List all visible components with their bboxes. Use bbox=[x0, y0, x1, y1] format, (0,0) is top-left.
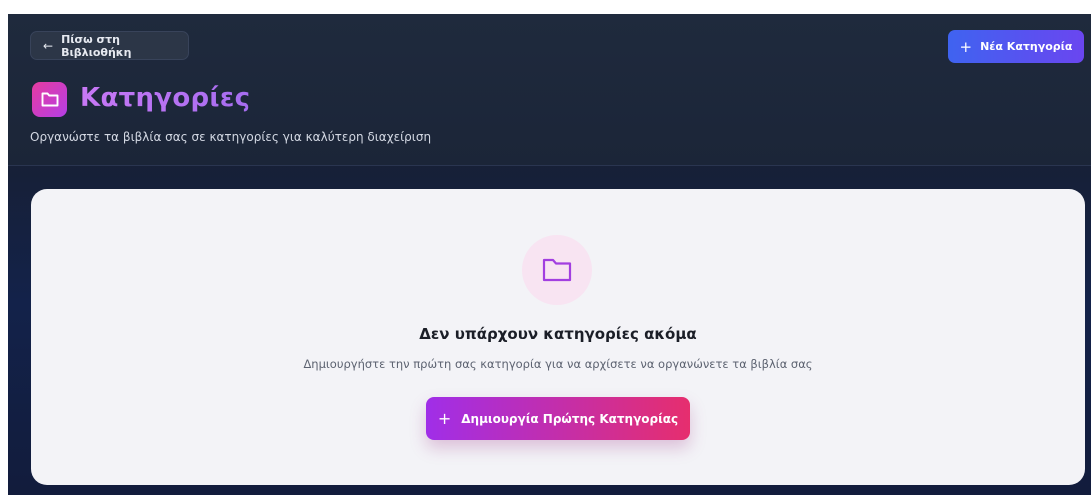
plus-icon: + bbox=[959, 37, 973, 56]
empty-state-card: Δεν υπάρχουν κατηγορίες ακόμα Δημιουργήσ… bbox=[31, 189, 1085, 485]
page-subtitle: Οργανώστε τα βιβλία σας σε κατηγορίες γι… bbox=[30, 130, 432, 144]
page-title: Κατηγορίες bbox=[80, 83, 251, 113]
create-first-category-button[interactable]: + Δημιουργία Πρώτης Κατηγορίας bbox=[426, 397, 690, 440]
create-button-label: Δημιουργία Πρώτης Κατηγορίας bbox=[461, 411, 679, 426]
empty-state-description: Δημιουργήστε την πρώτη σας κατηγορία για… bbox=[303, 357, 813, 371]
top-clipped-strip bbox=[0, 0, 1091, 14]
back-button-label: Πίσω στη Βιβλιοθήκη bbox=[61, 32, 132, 59]
categories-page: ← Πίσω στη Βιβλιοθήκη + Νέα Κατηγορία Κα… bbox=[8, 14, 1091, 495]
back-to-library-button[interactable]: ← Πίσω στη Βιβλιοθήκη bbox=[30, 31, 189, 60]
empty-state-title: Δεν υπάρχουν κατηγορίες ακόμα bbox=[419, 325, 697, 343]
page-header: ← Πίσω στη Βιβλιοθήκη + Νέα Κατηγορία Κα… bbox=[8, 14, 1091, 166]
folder-icon bbox=[522, 235, 592, 305]
folder-icon bbox=[32, 82, 67, 117]
plus-icon: + bbox=[437, 409, 452, 428]
new-category-label: Νέα Κατηγορία bbox=[980, 40, 1073, 53]
new-category-button[interactable]: + Νέα Κατηγορία bbox=[948, 30, 1084, 63]
arrow-left-icon: ← bbox=[43, 38, 54, 53]
